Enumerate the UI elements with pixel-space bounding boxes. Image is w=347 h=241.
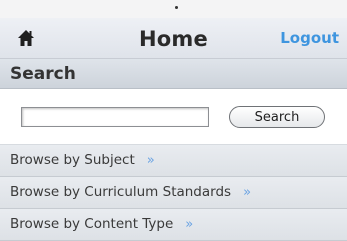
header-bar: Home Logout [0,18,347,59]
search-button[interactable]: Search [229,106,325,128]
browse-item-label: Browse by Subject » [10,152,155,168]
chevron-right-icon: » [146,153,155,168]
chevron-right-icon: » [185,217,194,232]
browse-item-label: Browse by Curriculum Standards » [10,184,251,200]
status-indicator [175,6,178,9]
top-bar [0,0,347,18]
browse-item-text: Browse by Subject [10,152,135,168]
app-window: Home Logout Search Search Browse by Subj… [0,0,347,241]
browse-by-subject-item[interactable]: Browse by Subject » [0,145,347,177]
browse-item-label: Browse by Content Type » [10,216,193,232]
search-form: Search [0,89,347,145]
chevron-right-icon: » [243,185,252,200]
browse-item-text: Browse by Curriculum Standards [10,184,232,200]
browse-by-content-type-item[interactable]: Browse by Content Type » [0,209,347,241]
browse-list: Browse by Subject » Browse by Curriculum … [0,145,347,241]
logout-link[interactable]: Logout [280,29,339,47]
browse-item-text: Browse by Content Type [10,216,174,232]
search-input[interactable] [21,107,209,127]
search-heading-label: Search [10,64,76,84]
browse-by-curriculum-standards-item[interactable]: Browse by Curriculum Standards » [0,177,347,209]
search-section-heading: Search [0,59,347,89]
